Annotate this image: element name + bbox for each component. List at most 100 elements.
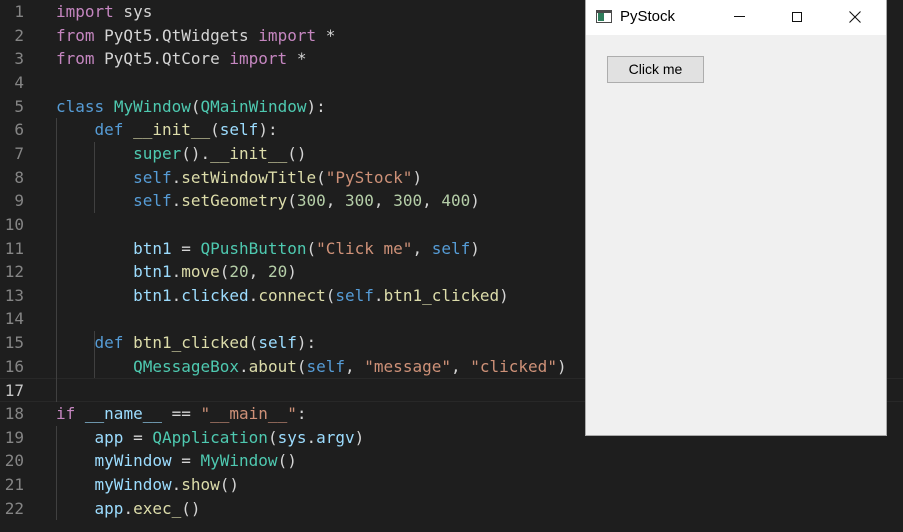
code-token: * xyxy=(287,49,307,69)
code-token: if xyxy=(56,404,76,424)
code-token: : xyxy=(296,404,307,424)
code-token: MyWindow xyxy=(200,451,278,471)
line-number: 15 xyxy=(4,333,24,353)
code-token: MyWindow xyxy=(113,96,191,116)
code-token: ( xyxy=(306,238,317,258)
code-token: , xyxy=(248,262,268,282)
code-token: ) xyxy=(470,238,480,258)
maximize-button[interactable] xyxy=(774,0,820,33)
code-token: setGeometry xyxy=(181,191,288,211)
minimize-button[interactable] xyxy=(716,0,762,33)
code-text: self.setWindowTitle("PyStock") xyxy=(56,166,422,190)
code-token: btn1 xyxy=(133,285,172,305)
code-token: ) xyxy=(412,167,423,187)
code-token: PyQt5.QtWidgets xyxy=(94,25,259,45)
code-token: QApplication xyxy=(152,427,268,447)
code-token: argv xyxy=(316,427,355,447)
code-token: setWindowTitle xyxy=(181,167,317,187)
line-number: 9 xyxy=(14,191,24,211)
line-number: 22 xyxy=(4,498,24,518)
code-text: from PyQt5.QtCore import * xyxy=(56,47,306,71)
close-icon xyxy=(849,10,861,23)
code-token: self xyxy=(133,191,172,211)
code-token: import xyxy=(258,25,317,45)
code-token: * xyxy=(316,25,336,45)
code-text: def btn1_clicked(self): xyxy=(56,331,317,355)
code-token: () xyxy=(287,143,307,163)
line-number: 12 xyxy=(4,262,24,282)
indent-guide xyxy=(94,141,95,213)
line-number: 6 xyxy=(14,120,24,140)
line-number: 14 xyxy=(4,309,24,329)
code-token: app xyxy=(94,427,124,447)
code-token: QMainWindow xyxy=(200,96,307,116)
code-token: 300 xyxy=(345,191,374,211)
code-token: . xyxy=(171,475,182,494)
code-token: 300 xyxy=(393,191,423,211)
code-text: if __name__ == "__main__": xyxy=(56,402,306,426)
line-number: 19 xyxy=(4,427,24,447)
code-token: . xyxy=(248,285,259,305)
code-token: import xyxy=(56,2,114,21)
code-text: class MyWindow(QMainWindow): xyxy=(56,95,326,119)
code-token: . xyxy=(306,427,317,447)
code-token: about xyxy=(248,356,297,376)
close-button[interactable] xyxy=(832,0,878,33)
code-token: . xyxy=(171,262,182,282)
pystock-window: PyStock Click me xyxy=(586,0,886,435)
code-token: self xyxy=(133,167,172,187)
code-token: 20 xyxy=(229,262,249,282)
code-text: import sys xyxy=(56,0,152,24)
code-token: from xyxy=(56,49,95,69)
window-app-icon xyxy=(596,10,612,23)
code-token: ) xyxy=(287,262,297,282)
code-text: app.exec_() xyxy=(56,497,201,521)
line-number: 4 xyxy=(14,72,24,92)
code-token: , xyxy=(450,356,471,376)
code-token: , xyxy=(412,238,432,258)
code-token: show xyxy=(181,475,220,494)
window-titlebar[interactable]: PyStock xyxy=(586,0,886,35)
line-number: 16 xyxy=(4,356,24,376)
code-line[interactable]: 22 app.exec_() xyxy=(0,497,903,521)
line-number: 7 xyxy=(14,143,24,163)
code-token: () xyxy=(219,475,240,494)
code-token: . xyxy=(123,498,134,518)
code-token: 300 xyxy=(296,191,326,211)
code-token: self xyxy=(431,238,471,258)
code-token: , xyxy=(422,191,442,211)
code-token: ) xyxy=(470,191,480,211)
code-token: , xyxy=(325,191,346,211)
code-token: import xyxy=(229,49,288,69)
code-token: exec_ xyxy=(133,498,182,518)
code-token: self xyxy=(219,120,259,140)
code-token: = xyxy=(171,451,201,471)
code-line[interactable]: 21 myWindow.show() xyxy=(0,473,903,497)
indent-guide xyxy=(56,118,57,403)
code-token: "__main__" xyxy=(200,404,297,424)
code-token: = xyxy=(171,238,201,258)
indent-guide xyxy=(94,331,95,379)
line-number: 11 xyxy=(4,238,24,258)
line-number: 18 xyxy=(4,404,24,424)
code-token: ( xyxy=(267,427,278,447)
code-token: ( xyxy=(190,96,201,116)
code-token: ): xyxy=(306,96,326,116)
code-line[interactable]: 20 myWindow = MyWindow() xyxy=(0,449,903,473)
code-token: == xyxy=(161,404,201,424)
code-token: btn1 xyxy=(133,238,172,258)
maximize-icon xyxy=(792,11,802,22)
code-token: ( xyxy=(219,262,230,282)
code-token: ( xyxy=(316,167,326,187)
click-me-button[interactable]: Click me xyxy=(607,56,704,83)
code-token: ): xyxy=(296,333,317,353)
code-text: btn1.clicked.connect(self.btn1_clicked) xyxy=(56,284,509,308)
code-token: ( xyxy=(248,333,259,353)
